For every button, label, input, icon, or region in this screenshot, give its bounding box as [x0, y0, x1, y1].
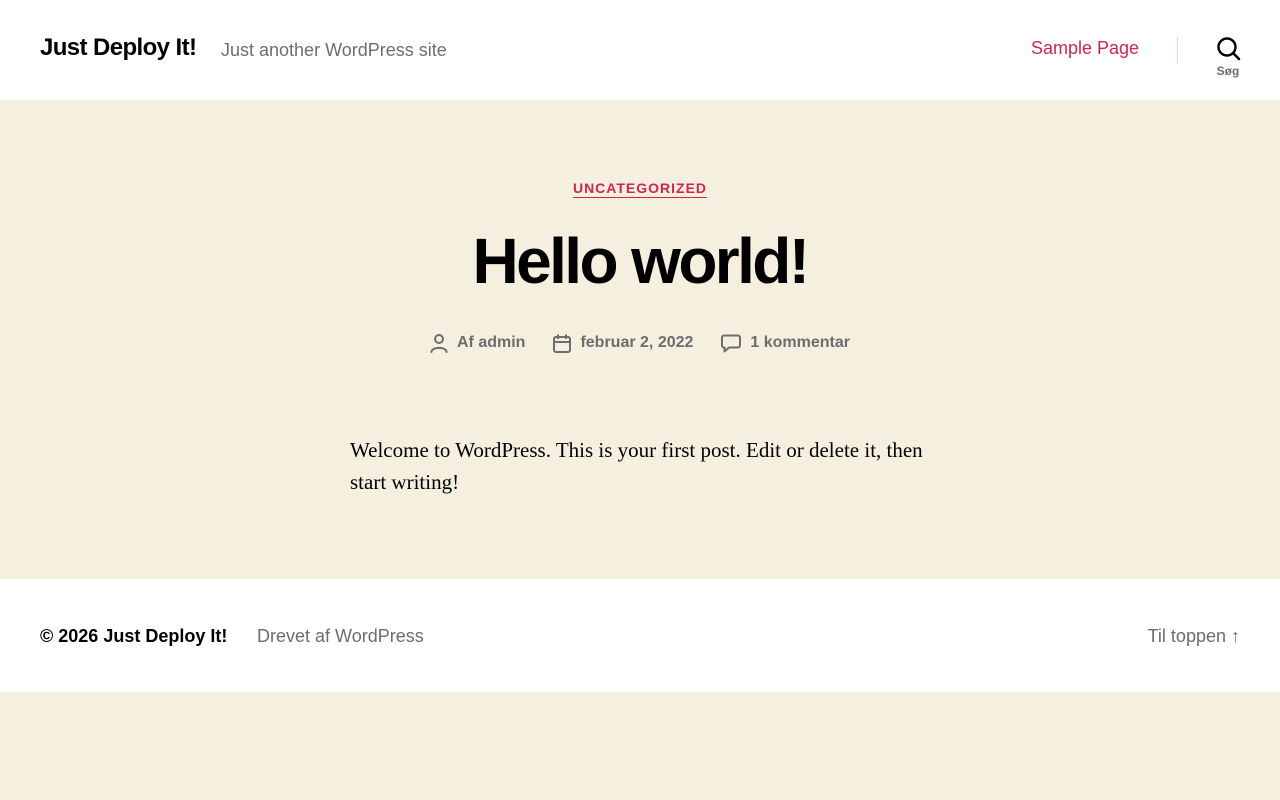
post-author: Af admin [430, 333, 525, 353]
post-content: Welcome to WordPress. This is your first… [350, 438, 923, 494]
site-header: Just Deploy It! Just another WordPress s… [0, 0, 1280, 100]
search-label: Søg [1216, 64, 1240, 78]
site-description: Just another WordPress site [221, 40, 447, 60]
nav-item-sample-page[interactable]: Sample Page [1031, 38, 1139, 59]
post-category: Uncategorized [0, 180, 1280, 198]
author-link[interactable]: Af admin [457, 334, 525, 352]
back-to-top-link[interactable]: Til toppen ↑ [1148, 626, 1240, 647]
user-icon [430, 334, 448, 353]
post-meta: Af admin februar 2, 2022 1 kommentar [0, 333, 1280, 353]
footer-copyright: © 2026 Just Deploy It! [40, 626, 227, 647]
copyright-year: © 2026 [40, 626, 99, 646]
comments-link[interactable]: 1 kommentar [750, 334, 850, 352]
calendar-icon [553, 334, 572, 353]
search-toggle-button[interactable]: Søg [1204, 36, 1252, 86]
post-date: februar 2, 2022 [553, 333, 693, 353]
comment-icon [721, 334, 742, 352]
header-divider [1177, 37, 1178, 64]
post-title: Hello world! [472, 225, 810, 297]
date-link[interactable]: februar 2, 2022 [580, 334, 693, 352]
powered-by-link[interactable]: Drevet af WordPress [257, 626, 424, 647]
category-link[interactable]: Uncategorized [572, 180, 708, 198]
post-entry: Uncategorized Hello world! Af admin febr… [0, 100, 1280, 579]
search-icon [1216, 37, 1240, 61]
site-footer: © 2026 Just Deploy It! Drevet af WordPre… [0, 579, 1280, 692]
footer-site-link[interactable]: Just Deploy It! [103, 626, 227, 646]
post-comments: 1 kommentar [721, 333, 850, 353]
site-title-link[interactable]: Just Deploy It! [40, 34, 197, 62]
